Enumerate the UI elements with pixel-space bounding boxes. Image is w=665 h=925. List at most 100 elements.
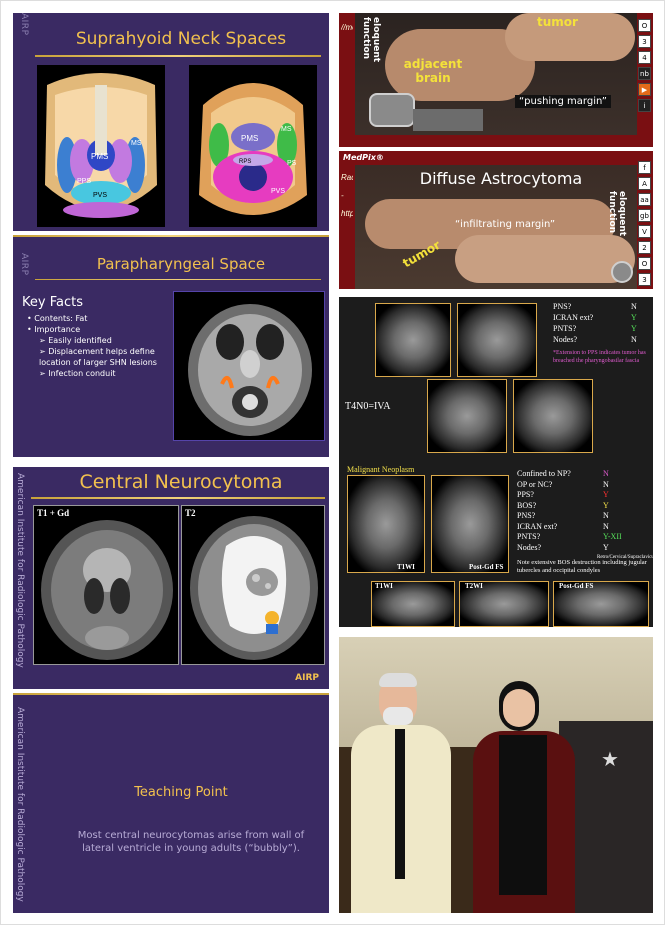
medpix-diffuse-astrocytoma: MedPix® Radiology - http://med Diffuse A… xyxy=(339,151,653,289)
slide-side-bar: AIRP xyxy=(17,13,31,231)
hands-photo xyxy=(355,13,637,135)
svg-text:MS: MS xyxy=(131,140,142,147)
t1-gd-image xyxy=(41,520,173,660)
malignant-neoplasm-title: Malignant Neoplasm xyxy=(347,465,415,474)
mri-thumbnail xyxy=(427,379,507,453)
checklist-row: PNS? N xyxy=(553,302,637,311)
image-label: Post-Gd FS xyxy=(559,582,594,590)
svg-text:PVS: PVS xyxy=(271,188,285,195)
suprahyoid-diagram-left: PMS MS PPS PVS xyxy=(37,65,165,227)
mri-thumbnail xyxy=(457,303,537,377)
image-label: T2WI xyxy=(465,582,483,590)
toolbar-button[interactable]: gb xyxy=(638,209,651,222)
panel-label: T2 xyxy=(185,508,196,518)
slide-suprahyoid: AIRP Suprahyoid Neck Spaces PMS MS PPS P… xyxy=(13,13,329,231)
person-man xyxy=(345,673,457,913)
slide-title: Suprahyoid Neck Spaces xyxy=(75,29,287,49)
toolbar-button[interactable]: O xyxy=(638,19,651,32)
medpix-side-url: Radiology - http://med xyxy=(341,173,353,218)
checklist-row: ICRAN ext? Y xyxy=(553,313,637,322)
stage-label: T4N0=IVA xyxy=(345,401,391,412)
mri-panel-right: T2 xyxy=(181,505,325,665)
mri-thumbnail xyxy=(375,303,451,377)
checklist-bottom: Confined to NP? N OP or NC? N PPS? Y BOS? Y … xyxy=(517,469,649,553)
checklist-row: OP or NC? N xyxy=(517,479,609,489)
slide-neurocytoma: American Institute for Radiologic Pathol… xyxy=(13,467,329,689)
eloquent-function-label: eloquent function xyxy=(607,191,627,237)
parapharyngeal-mri xyxy=(173,291,325,441)
image-label: Post-Gd FS xyxy=(469,563,504,571)
checklist-row: PNTS? Y xyxy=(553,324,637,333)
slide-teaching-point: American Institute for Radiologic Pathol… xyxy=(13,693,329,913)
checklist-row: PNS? N xyxy=(517,511,609,520)
svg-text:RPS: RPS xyxy=(239,159,251,165)
sub-bullet-item: ➢ Displacement helps define location of … xyxy=(39,347,157,367)
person-woman xyxy=(469,681,579,913)
institute-side-text: American Institute for Radiologic Pathol… xyxy=(15,707,25,902)
pps-note: *Extension to PPS indicates tumor has br… xyxy=(553,350,646,364)
photo-collage: AIRP Suprahyoid Neck Spaces PMS MS PPS P… xyxy=(0,0,665,925)
svg-text:PVS: PVS xyxy=(93,192,107,199)
toolbar-button[interactable]: O xyxy=(638,257,651,270)
airp-side-logo: AIRP xyxy=(19,13,29,36)
toolbar-button[interactable]: i xyxy=(638,99,651,112)
checklist-top: PNS? N ICRAN ext? Y PNTS? Y Nodes? N xyxy=(553,301,649,345)
checklist-row: Confined to NP? N xyxy=(517,469,609,478)
toolbar-button[interactable]: 3 xyxy=(638,35,651,48)
toolbar-button[interactable]: A xyxy=(638,177,651,190)
checklist-row: ICRAN ext? N xyxy=(517,521,609,531)
medpix-brand: MedPix® xyxy=(343,153,384,162)
label-pms-left: PMS xyxy=(91,152,108,161)
medpix-toolbar: f A aa gb V 2 O 3 xyxy=(638,161,651,286)
key-facts-heading: Key Facts xyxy=(22,295,83,310)
svg-text:MS: MS xyxy=(281,126,292,133)
medpix-side-url: //medpix.nlm.nih.gov xyxy=(341,23,353,32)
slide-title: Central Neurocytoma xyxy=(79,471,283,493)
svg-text:PS: PS xyxy=(287,160,297,167)
toolbar-button[interactable]: nb xyxy=(638,67,651,80)
bullet-item: • Importance xyxy=(27,325,81,334)
medpix-toolbar: O 3 4 nb ▶ i xyxy=(638,19,651,112)
mri-panel-left: T1 + Gd xyxy=(33,505,179,665)
play-icon[interactable]: ▶ xyxy=(638,83,651,96)
institute-side-text: American Institute for Radiologic Pathol… xyxy=(15,473,25,668)
svg-text:PPS: PPS xyxy=(77,178,91,185)
toolbar-button[interactable]: f xyxy=(638,161,651,174)
bullet-item: • Contents: Fat xyxy=(27,314,88,323)
sub-bullet-item: ➢ Infection conduit xyxy=(39,369,116,378)
toolbar-button[interactable]: aa xyxy=(638,193,651,206)
image-label: T1WI xyxy=(397,563,415,571)
mri-thumbnail xyxy=(513,379,593,453)
t2-image xyxy=(190,516,318,660)
eloquent-function-label: eloquent function xyxy=(361,17,381,63)
star-icon: ★ xyxy=(601,749,619,771)
axial-mri-image xyxy=(188,304,312,436)
checklist-row: Nodes? N xyxy=(553,335,637,344)
teaching-heading: Teaching Point xyxy=(134,785,228,800)
staging-mri-slide: PNS? N ICRAN ext? Y PNTS? Y Nodes? N *Extens… xyxy=(339,297,653,627)
toolbar-button[interactable]: V xyxy=(638,225,651,238)
slide-side-bar: American Institute for Radiologic Pathol… xyxy=(15,473,27,683)
key-facts-list: • Contents: Fat • Importance ➢ Easily id… xyxy=(27,313,172,379)
mri-thumbnail xyxy=(347,475,425,573)
checklist-row: PNTS? Y-XII xyxy=(517,532,622,541)
photo-two-people: ★ xyxy=(339,637,653,913)
infiltrating-margin-caption: “infiltrating margin” xyxy=(455,219,555,230)
teaching-body: Most central neurocytomas arise from wal… xyxy=(77,830,305,854)
mri-thumbnail xyxy=(431,475,509,573)
toolbar-button[interactable]: 2 xyxy=(638,241,651,254)
checklist-row: PPS? Y xyxy=(517,490,609,499)
adjacent-brain-label: adjacent brain xyxy=(403,57,463,85)
panel-label: T1 + Gd xyxy=(37,508,70,518)
bos-note: Note extensive BOS destruction including… xyxy=(517,559,647,574)
medpix-pushing-margin: //medpix.nlm.nih.gov eloquent function t… xyxy=(339,13,653,147)
astrocytoma-title: Diffuse Astrocytoma xyxy=(419,169,583,188)
slide-side-bar: American Institute for Radiologic Pathol… xyxy=(15,707,27,907)
image-label: T1WI xyxy=(375,582,393,590)
toolbar-button[interactable]: 4 xyxy=(638,51,651,64)
checklist-row: BOS? Y xyxy=(517,500,609,510)
airp-logo: AIRP xyxy=(295,673,319,683)
toolbar-button[interactable]: 3 xyxy=(638,273,651,286)
slide-title: Parapharyngeal Space xyxy=(96,255,266,273)
pushing-margin-caption: “pushing margin” xyxy=(515,95,611,108)
